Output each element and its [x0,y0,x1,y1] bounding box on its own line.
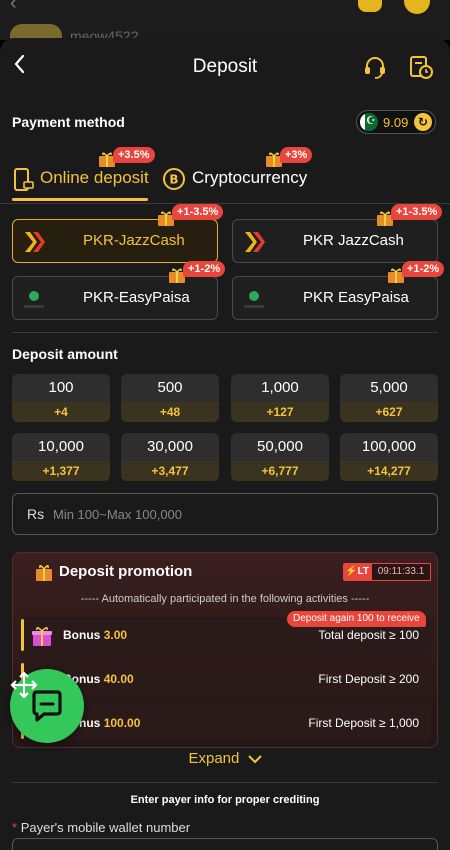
amount-bonus: +48 [121,402,219,422]
bitcoin-icon: B [163,168,185,190]
promotion-timer: 09:11:33.1 [371,563,431,581]
background-page-header: ‹ meow4522 [0,0,450,48]
bonus-text: Bonus [63,628,101,642]
lt-text: LT [357,566,369,577]
refresh-balance-icon[interactable]: ↻ [414,113,432,131]
easypaisa-logo-icon [244,291,264,308]
deposit-again-tag: Deposit again 100 to receive [287,611,426,627]
method-badge: +1-3.5% [391,204,443,220]
jazzcash-logo-icon [25,232,45,252]
amount-option-5000[interactable]: 5,000 +627 [340,374,438,422]
method-label: PKR-JazzCash [83,232,185,249]
expand-button[interactable]: Expand [0,750,450,767]
promotion-title: Deposit promotion [59,563,193,580]
divider [12,332,438,333]
promotion-subtitle: ----- Automatically participated in the … [80,593,370,605]
payer-wallet-label-text: Payer's mobile wallet number [20,820,191,835]
amount-bonus: +627 [340,402,438,422]
amount-value: 100,000 [361,438,417,455]
payer-wallet-label: * Payer's mobile wallet number [12,820,190,835]
amount-bonus: +3,477 [121,461,219,481]
amount-bonus: +14,277 [340,461,438,481]
method-badge: +1-2% [183,261,226,277]
currency-prefix: Rs [27,506,45,522]
pakistan-flag-icon [360,113,378,131]
method-pkr-jazzcash-1[interactable]: PKR-JazzCash [12,219,218,263]
divider [12,782,438,783]
amount-option-100000[interactable]: 100,000 +14,277 [340,433,438,481]
background-back-icon: ‹ [10,0,17,14]
bonus-amount: 100.00 [103,716,141,730]
bonus-condition: First Deposit ≥ 1,000 [308,716,419,730]
amount-option-30000[interactable]: 30,000 +3,477 [121,433,219,481]
bonus-condition: Total deposit ≥ 100 [318,628,419,642]
amount-option-1000[interactable]: 1,000 +127 [231,374,329,422]
method-badge: +1-3.5% [172,204,224,220]
phone-icon [14,168,34,191]
amount-value: 1,000 [261,379,299,396]
deposit-amount-label: Deposit amount [12,346,118,362]
drag-move-icon[interactable] [10,671,38,699]
method-badge: +1-2% [402,261,445,277]
method-pkr-easypaisa-1[interactable]: PKR-EasyPaisa [12,276,218,320]
bonus-amount: 3.00 [103,628,128,642]
required-mark: * [12,820,18,835]
amount-value: 500 [157,379,183,396]
bonus-condition: First Deposit ≥ 200 [318,672,419,686]
amount-option-50000[interactable]: 50,000 +6,777 [231,433,329,481]
background-chat-icon [404,0,430,14]
jazzcash-logo-icon [245,232,265,252]
lightning-icon: ⚡ [345,566,358,577]
amount-bonus: +6,777 [231,461,329,481]
amount-value: 50,000 [257,438,303,455]
method-label: PKR JazzCash [303,232,404,249]
balance-pill: 9.09 ↻ [356,110,436,134]
bonus-amount: 40.00 [103,672,134,686]
balance-value: 9.09 [383,115,409,130]
lt-label: ⚡LT [343,563,371,581]
easypaisa-logo-icon [24,291,44,308]
expand-label: Expand [188,750,240,767]
gift-icon [36,565,52,581]
amount-input[interactable] [53,500,423,528]
chevron-down-icon [247,755,262,764]
tab-online-deposit-label: Online deposit [40,168,149,187]
headset-icon[interactable] [362,54,388,80]
svg-text:B: B [169,173,178,187]
history-icon[interactable] [408,54,434,80]
amount-option-10000[interactable]: 10,000 +1,377 [12,433,110,481]
amount-option-100[interactable]: 100 +4 [12,374,110,422]
amount-option-500[interactable]: 500 +48 [121,374,219,422]
header: Deposit [0,38,450,96]
amount-bonus: +1,377 [12,461,110,481]
tab-crypto-badge: +3% [280,147,313,163]
tab-online-deposit-badge: +3.5% [113,147,155,163]
method-pkr-easypaisa-2[interactable]: PKR EasyPaisa [232,276,438,320]
amount-value: 100 [48,379,74,396]
background-support-icon [358,0,382,12]
method-label: PKR EasyPaisa [303,289,409,306]
amount-value: 5,000 [370,379,408,396]
gift-box-icon [32,627,52,646]
amount-value: 10,000 [38,438,84,455]
payment-method-label: Payment method [12,114,125,130]
amount-input-field[interactable]: Rs [12,493,438,535]
payer-info-note: Enter payer info for proper crediting [130,794,320,806]
amount-bonus: +4 [12,402,110,422]
amount-value: 30,000 [147,438,193,455]
payer-wallet-input[interactable] [12,838,438,850]
bonus-label: Bonus 3.00 [63,628,127,642]
method-label: PKR-EasyPaisa [83,289,190,306]
limited-time-badge: ⚡LT 09:11:33.1 [343,563,435,581]
amount-bonus: +127 [231,402,329,422]
active-tab-indicator [12,198,148,201]
method-pkr-jazzcash-2[interactable]: PKR JazzCash [232,219,438,263]
tab-cryptocurrency-label: Cryptocurrency [192,168,308,187]
bonus-row: Bonus 40.00 First Deposit ≥ 200 [21,661,431,697]
